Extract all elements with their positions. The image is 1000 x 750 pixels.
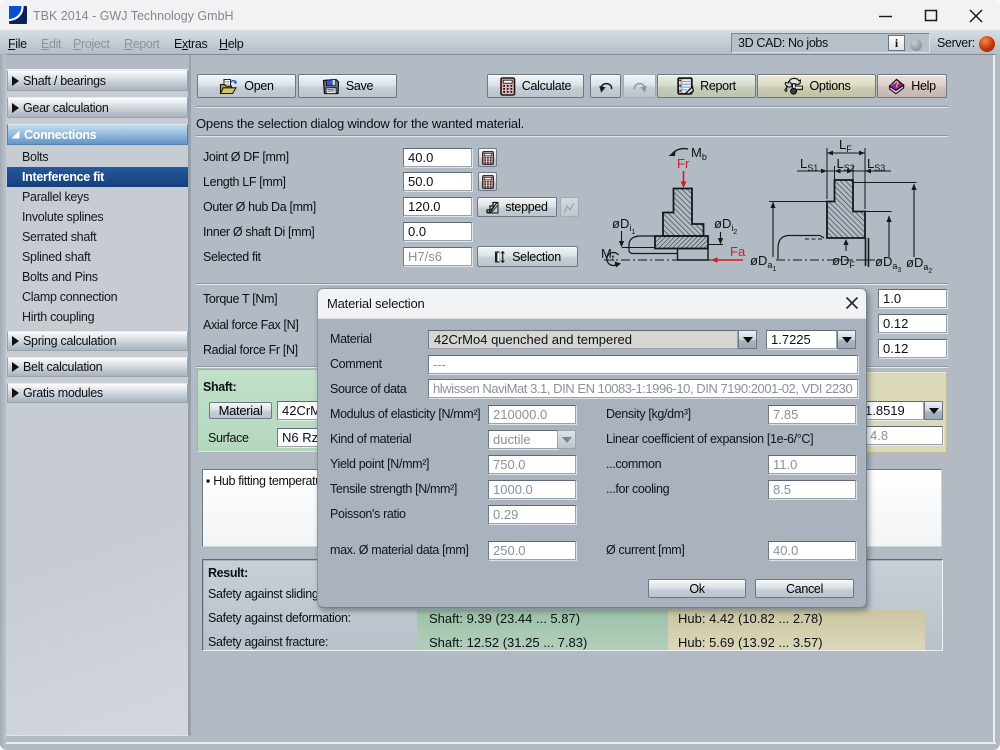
svg-text:LS1: LS1	[800, 156, 818, 173]
svg-text:Fr: Fr	[677, 156, 690, 171]
svg-text:Fa: Fa	[730, 244, 746, 259]
svg-text:Mb: Mb	[691, 145, 707, 162]
svg-text:LS3: LS3	[867, 156, 885, 173]
svg-text:?: ?	[894, 79, 900, 89]
svg-text:øDi1: øDi1	[612, 216, 635, 236]
svg-text:øDi2: øDi2	[714, 216, 737, 236]
svg-text:øDF: øDF	[832, 253, 855, 270]
svg-text:LS2: LS2	[837, 156, 855, 173]
svg-text:LF: LF	[839, 137, 852, 154]
svg-text:øDa1: øDa1	[750, 253, 776, 273]
svg-text:øDa3: øDa3	[875, 254, 901, 274]
svg-text:øDa2: øDa2	[906, 255, 932, 275]
